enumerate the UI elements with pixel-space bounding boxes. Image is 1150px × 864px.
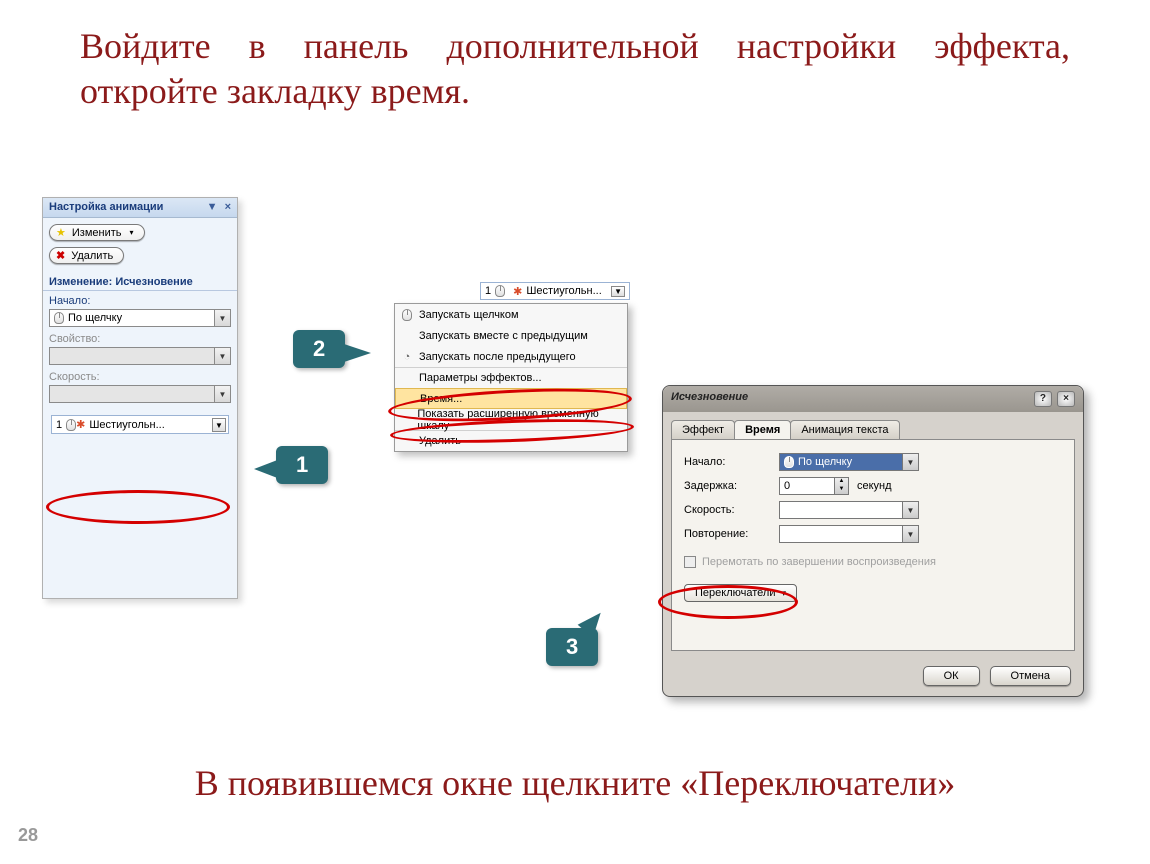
item-name: Шестиугольн...	[89, 419, 164, 431]
item-name: Шестиугольн...	[526, 285, 601, 297]
dlg-delay-value: 0	[784, 480, 790, 492]
delete-effect-button[interactable]: ✖ Удалить	[49, 247, 124, 264]
delete-icon: ✖	[56, 249, 65, 262]
tab-effect[interactable]: Эффект	[671, 420, 735, 439]
starburst-icon: ✱	[513, 285, 522, 298]
rewind-checkbox	[684, 556, 696, 568]
star-icon: ★	[56, 226, 66, 239]
triggers-label: Переключатели	[695, 587, 775, 599]
cancel-button[interactable]: Отмена	[990, 666, 1071, 686]
animation-pane: Настройка анимации ▼ × ★ Изменить ▾ ✖ Уд…	[42, 197, 238, 599]
dlg-speed-label: Скорость:	[684, 504, 779, 516]
slide-title: Войдите в панель дополнительной настройк…	[0, 0, 1150, 114]
dlg-speed-combo[interactable]: ▼	[779, 501, 919, 519]
tab-text-animation[interactable]: Анимация текста	[790, 420, 899, 439]
mouse-icon	[66, 419, 76, 431]
property-combo: ▼	[49, 347, 231, 365]
start-value: По щелчку	[68, 312, 122, 324]
start-combo[interactable]: По щелчку ▼	[49, 309, 231, 327]
menu-item-label: Запускать вместе с предыдущим	[419, 330, 588, 342]
context-menu: Запускать щелчком Запускать вместе с пре…	[394, 303, 628, 452]
property-label: Свойство:	[49, 333, 231, 345]
pane-menu-icon[interactable]: ▼	[207, 201, 218, 213]
chevron-down-icon[interactable]: ▼	[902, 454, 918, 470]
menu-effect-options[interactable]: Параметры эффектов...	[395, 367, 627, 388]
spin-up-icon[interactable]: ▲	[835, 478, 848, 486]
dlg-delay-label: Задержка:	[684, 480, 779, 492]
start-label: Начало:	[49, 295, 231, 307]
menu-item-label: Запускать после предыдущего	[419, 351, 576, 363]
mouse-icon	[784, 456, 794, 468]
help-button[interactable]: ?	[1034, 391, 1052, 407]
speed-label: Скорость:	[49, 371, 231, 383]
item-dropdown-icon[interactable]: ▼	[611, 286, 625, 297]
rewind-label: Перемотать по завершении воспроизведения	[702, 556, 936, 568]
dlg-seconds-label: секунд	[857, 480, 892, 492]
item-dropdown-icon[interactable]: ▼	[212, 418, 226, 432]
item-number: 1	[485, 285, 491, 297]
anim-pane-header: Настройка анимации ▼ ×	[43, 198, 237, 218]
menu-item-label: Показать расширенную временную шкалу	[417, 408, 619, 432]
spin-down-icon[interactable]: ▼	[835, 486, 848, 494]
section-change-label: Изменение: Исчезновение	[43, 270, 237, 291]
item-number: 1	[56, 419, 62, 431]
starburst-icon: ✱	[76, 418, 85, 431]
callout-1: 1	[276, 446, 328, 484]
menu-start-after-previous[interactable]: ◔ Запускать после предыдущего	[395, 346, 627, 367]
chevron-down-icon: ▾	[130, 228, 134, 237]
menu-show-advanced-timeline[interactable]: Показать расширенную временную шкалу	[395, 409, 627, 430]
mouse-icon	[495, 285, 505, 297]
page-number: 28	[18, 825, 38, 846]
chevron-down-icon[interactable]: ▼	[214, 310, 230, 326]
dlg-start-value: По щелчку	[798, 456, 852, 468]
chevron-down-icon[interactable]: ▼	[902, 526, 918, 542]
menu-timing[interactable]: Время...	[395, 388, 627, 409]
tab-time[interactable]: Время	[734, 420, 791, 439]
dialog-body: Начало: По щелчку ▼ Задержка: 0 ▲▼ секун…	[671, 439, 1075, 651]
timing-dialog: Исчезновение ? × Эффект Время Анимация т…	[662, 385, 1084, 697]
chevron-down-icon: ▼	[214, 386, 230, 402]
ok-button[interactable]: ОК	[923, 666, 980, 686]
menu-item-label: Удалить	[419, 435, 461, 447]
slide-bottom-text: В появившемся окне щелкните «Переключате…	[0, 762, 1150, 804]
mouse-icon	[54, 312, 64, 324]
menu-start-with-previous[interactable]: Запускать вместе с предыдущим	[395, 325, 627, 346]
triggers-button[interactable]: Переключатели ▾	[684, 584, 797, 602]
callout-3: 3	[546, 628, 598, 666]
dlg-repeat-combo[interactable]: ▼	[779, 525, 919, 543]
animation-item-headline[interactable]: 1 ✱ Шестиугольн... ▼	[480, 282, 630, 300]
clock-icon: ◔	[404, 351, 411, 363]
pane-close-icon[interactable]: ×	[225, 201, 231, 213]
menu-item-label: Запускать щелчком	[419, 309, 519, 321]
anim-pane-title: Настройка анимации	[49, 201, 163, 214]
close-button[interactable]: ×	[1057, 391, 1075, 407]
menu-start-on-click[interactable]: Запускать щелчком	[395, 304, 627, 325]
chevron-down-icon: ▼	[214, 348, 230, 364]
menu-remove[interactable]: Удалить	[395, 430, 627, 451]
dlg-start-combo[interactable]: По щелчку ▼	[779, 453, 919, 471]
callout-2: 2	[293, 330, 345, 368]
dlg-repeat-label: Повторение:	[684, 528, 779, 540]
menu-item-label: Параметры эффектов...	[419, 372, 542, 384]
dialog-titlebar: Исчезновение ? ×	[663, 386, 1083, 412]
menu-item-label: Время...	[420, 393, 462, 405]
dialog-title-text: Исчезновение	[671, 391, 748, 407]
mouse-icon	[402, 309, 412, 321]
chevron-down-icon[interactable]: ▼	[902, 502, 918, 518]
dlg-delay-spin[interactable]: 0 ▲▼	[779, 477, 849, 495]
speed-combo: ▼	[49, 385, 231, 403]
change-effect-label: Изменить	[72, 227, 122, 239]
dlg-start-label: Начало:	[684, 456, 779, 468]
delete-effect-label: Удалить	[71, 250, 113, 262]
animation-list-item[interactable]: 1 ✱ Шестиугольн... ▼	[51, 415, 229, 434]
change-effect-button[interactable]: ★ Изменить ▾	[49, 224, 145, 241]
chevron-icon: ▾	[781, 588, 786, 599]
dialog-tabs: Эффект Время Анимация текста	[663, 412, 1083, 439]
